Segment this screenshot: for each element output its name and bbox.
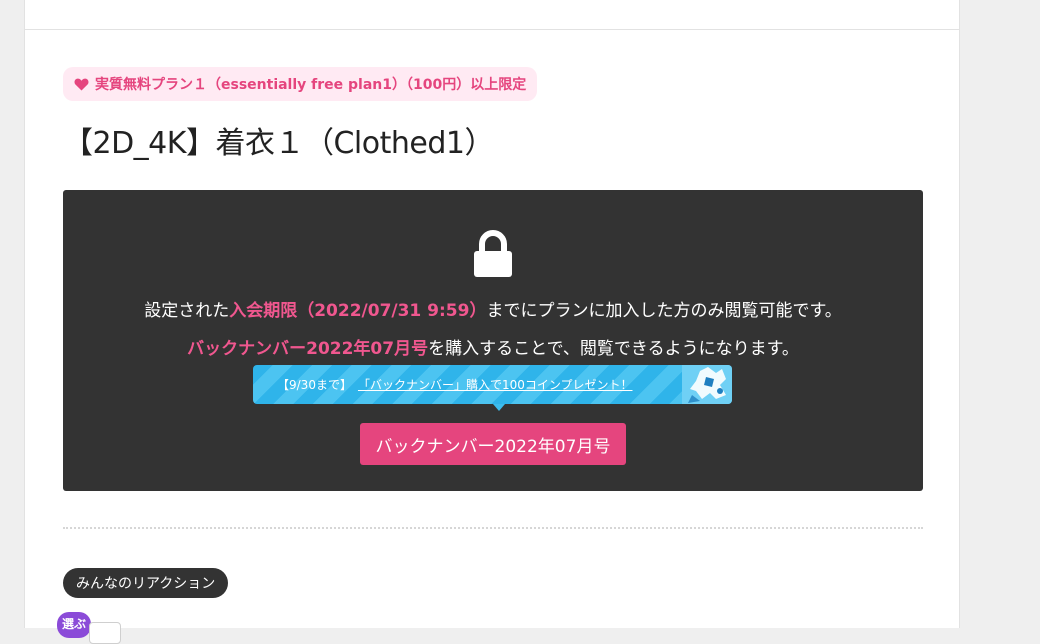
back-number-name: バックナンバー2022年07月号 <box>187 339 429 359</box>
locked-content-panel: 設定された入会期限（2022/07/31 9:59）までにプランに加入した方のみ… <box>63 190 923 491</box>
promo-link[interactable]: 「バックナンバー」購入で100コインプレゼント！ <box>358 376 633 393</box>
promo-prefix: 【9/30まで】 <box>277 378 352 392</box>
access-message: 設定された入会期限（2022/07/31 9:59）までにプランに加入した方のみ… <box>63 296 923 321</box>
plan-badge[interactable]: 実質無料プラン１（essentially free plan1）（100円）以上… <box>63 67 538 101</box>
reaction-stamp-button[interactable] <box>89 622 121 644</box>
plan-badge-label: 実質無料プラン１（essentially free plan1）（100円）以上… <box>95 77 527 93</box>
post-card: 実質無料プラン１（essentially free plan1）（100円）以上… <box>24 0 960 644</box>
promo-banner[interactable]: 【9/30まで】 「バックナンバー」購入で100コインプレゼント！ <box>253 365 732 404</box>
heart-icon <box>74 78 89 91</box>
access-message-post: までにプランに加入した方のみ閲覧可能です。 <box>486 301 842 321</box>
reactions-heading: みんなのリアクション <box>63 568 229 598</box>
promo-character-image <box>682 365 732 404</box>
promo-pointer <box>493 404 505 411</box>
purchase-message-post: を購入することで、閲覧できるようになります。 <box>428 339 799 359</box>
lock-icon <box>474 230 512 277</box>
reaction-select-badge[interactable]: 選ぶ <box>57 612 91 638</box>
section-divider <box>63 527 923 529</box>
post-title: 【2D_4K】着衣１（Clothed1） <box>63 126 494 161</box>
access-message-pre: 設定された <box>144 301 230 321</box>
join-deadline: 入会期限（2022/07/31 9:59） <box>229 301 487 321</box>
buy-back-number-button[interactable]: バックナンバー2022年07月号 <box>360 423 626 465</box>
purchase-message: バックナンバー2022年07月号を購入することで、閲覧できるようになります。 <box>63 334 923 359</box>
top-divider <box>25 29 959 30</box>
